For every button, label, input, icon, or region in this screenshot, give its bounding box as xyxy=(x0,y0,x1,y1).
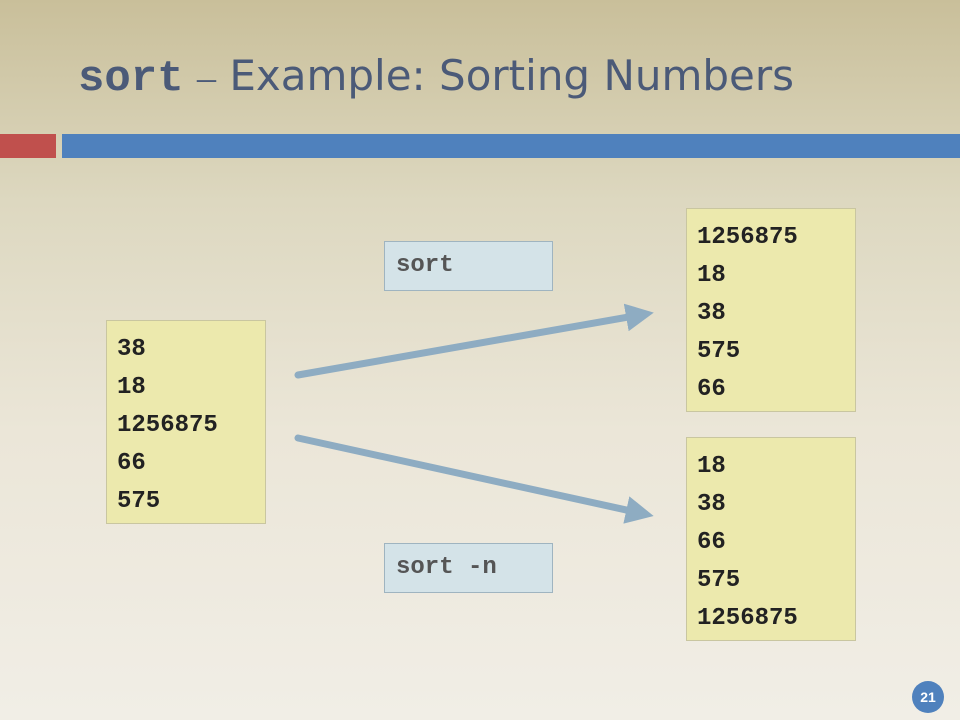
arrow-to-sort xyxy=(294,303,654,379)
output-line: 575 xyxy=(697,567,741,594)
page-number-badge: 21 xyxy=(912,681,944,713)
output-line: 18 xyxy=(697,453,726,480)
input-line: 1256875 xyxy=(117,412,218,439)
output-line: 66 xyxy=(697,529,726,556)
input-line: 66 xyxy=(117,450,146,477)
command-sort-n: sort -n xyxy=(384,543,553,593)
input-box: 38 18 1256875 66 575 xyxy=(106,320,266,524)
output-line: 1256875 xyxy=(697,605,798,632)
output-line: 38 xyxy=(697,300,726,327)
output-line: 38 xyxy=(697,491,726,518)
command-sort: sort xyxy=(384,241,553,291)
input-line: 38 xyxy=(117,336,146,363)
input-line: 575 xyxy=(117,488,161,515)
arrow-to-sort-n xyxy=(294,434,654,524)
output-sort-n-box: 18 38 66 575 1256875 xyxy=(686,437,856,641)
output-line: 575 xyxy=(697,338,741,365)
output-sort-box: 1256875 18 38 575 66 xyxy=(686,208,856,412)
output-line: 1256875 xyxy=(697,224,798,251)
input-line: 18 xyxy=(117,374,146,401)
output-line: 18 xyxy=(697,262,726,289)
output-line: 66 xyxy=(697,376,726,403)
